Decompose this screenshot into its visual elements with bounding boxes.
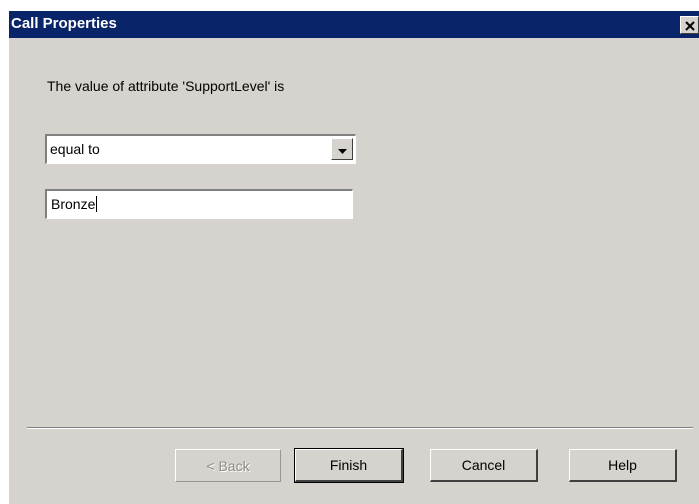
window-title: Call Properties: [11, 15, 117, 32]
finish-button[interactable]: Finish: [294, 448, 404, 483]
operator-dropdown[interactable]: equal to: [45, 134, 356, 164]
dropdown-arrow-button[interactable]: [331, 138, 353, 160]
chevron-down-icon: [337, 140, 347, 159]
value-input[interactable]: Bronze: [45, 189, 353, 219]
back-button-label: < Back: [206, 457, 250, 474]
title-bar[interactable]: Call Properties: [9, 11, 699, 38]
call-properties-dialog: Call Properties The value of attribute '…: [9, 11, 699, 504]
value-input-text: Bronze: [51, 196, 96, 212]
button-separator: [27, 427, 693, 429]
back-button[interactable]: < Back: [175, 449, 281, 482]
text-caret: [96, 196, 98, 212]
cancel-button[interactable]: Cancel: [430, 449, 538, 482]
help-button[interactable]: Help: [569, 449, 677, 482]
close-icon: [684, 16, 695, 35]
attribute-prompt-label: The value of attribute 'SupportLevel' is: [47, 78, 285, 94]
help-button-label: Help: [608, 457, 637, 473]
finish-button-label: Finish: [329, 457, 368, 473]
cancel-button-label: Cancel: [461, 457, 506, 473]
close-button[interactable]: [680, 16, 699, 34]
operator-selected-value: equal to: [50, 141, 100, 157]
